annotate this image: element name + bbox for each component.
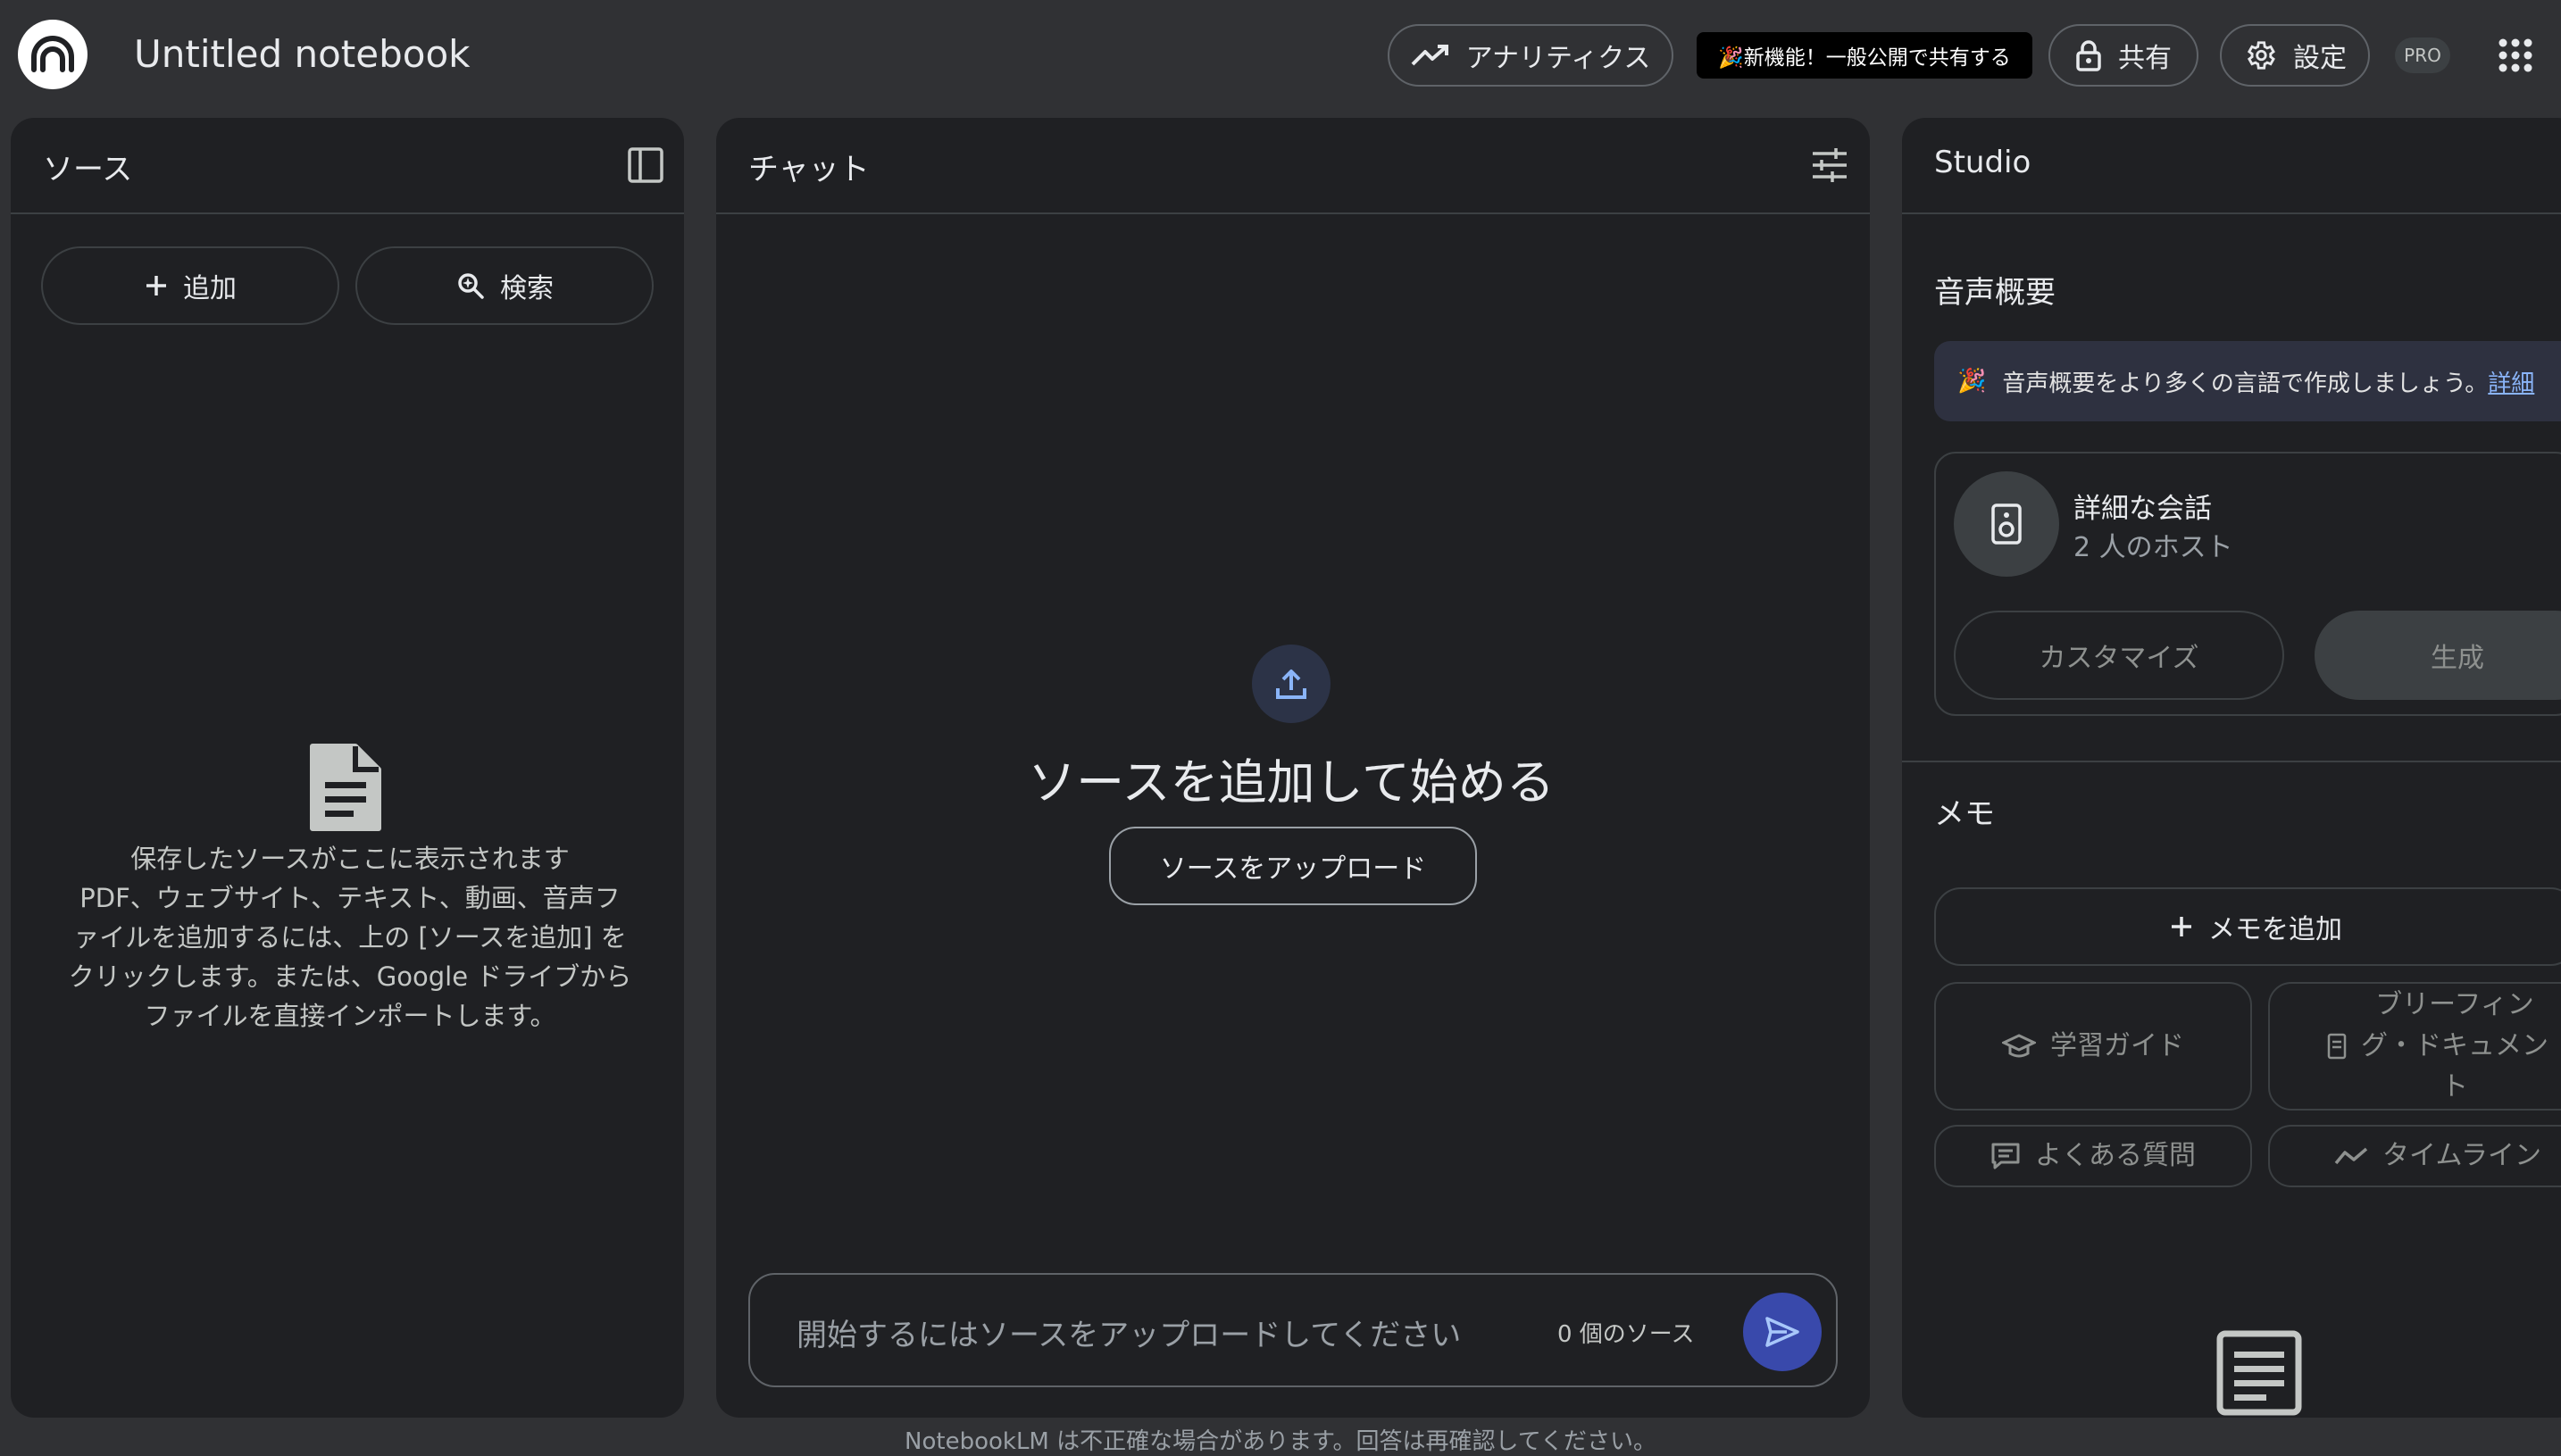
timeline-label: タイムライン [2382, 1140, 2541, 1171]
studio-title: Studio [1934, 145, 2031, 180]
briefing-line: グ・ドキュメン [2361, 1030, 2548, 1061]
gear-icon [2247, 41, 2275, 70]
search-sparkle-icon [458, 273, 484, 299]
add-source-label: 追加 [183, 273, 237, 304]
notebook-title[interactable]: Untitled notebook [134, 32, 470, 76]
audio-card-subtitle: 2 人のホスト [2073, 532, 2233, 563]
upload-circle [1252, 645, 1331, 723]
upload-source-button[interactable]: ソースをアップロード [1109, 827, 1477, 905]
new-feature-banner[interactable]: 🎉新機能！一般公開で共有する [1697, 32, 2032, 79]
audio-overview-heading: 音声概要 [1934, 275, 2056, 311]
chat-title: チャット [748, 152, 870, 187]
sources-header: ソース [11, 118, 684, 214]
collapse-panel-icon[interactable] [627, 146, 664, 184]
graduation-cap-icon [2002, 1034, 2036, 1058]
sources-panel: ソース 追加 検索 保存したソースがここに表示されます PDF、ウェブサイト、テ… [11, 118, 684, 1418]
empty-line: 保存したソースがここに表示されます [130, 844, 570, 874]
memo-heading: メモ [1934, 796, 1995, 832]
audio-card-title: 詳細な会話 [2073, 493, 2212, 525]
timeline-button[interactable]: タイムライン [2268, 1125, 2561, 1187]
empty-line: クリックします。または、Google ドライブから [68, 961, 632, 992]
briefing-line: ブリーフィン [2375, 989, 2534, 1020]
faq-button[interactable]: よくある質問 [1934, 1125, 2252, 1187]
briefing-doc-label: ブリーフィン グ・ドキュメン ト [2361, 985, 2548, 1108]
chat-placeholder: 開始するにはソースをアップロードしてください [797, 1318, 1462, 1353]
settings-label: 設定 [2293, 43, 2347, 74]
empty-line: PDF、ウェブサイト、テキスト、動画、音声フ [79, 883, 621, 913]
banner-text: 音声概要をより多くの言語で作成しましょう。 [2002, 370, 2489, 397]
add-memo-button[interactable]: メモを追加 [1934, 887, 2561, 966]
add-memo-label: メモを追加 [2208, 914, 2342, 945]
faq-chat-icon [1991, 1143, 2020, 1169]
sources-title: ソース [43, 152, 133, 187]
empty-line: ァイルを追加するには、上の [ソースを追加] を [73, 922, 627, 953]
notes-placeholder-icon [2216, 1330, 2302, 1416]
share-label: 共有 [2118, 43, 2172, 74]
studio-panel: Studio 音声概要 🎉 音声概要をより多くの言語で作成しましょう。詳細 詳細… [1902, 118, 2561, 1418]
empty-line: ファイルを直接インポートします。 [144, 1001, 556, 1031]
briefing-doc-button[interactable]: ブリーフィン グ・ドキュメン ト [2268, 982, 2561, 1111]
audio-language-banner: 🎉 音声概要をより多くの言語で作成しましょう。詳細 [1934, 341, 2561, 421]
tune-settings-icon[interactable] [1811, 146, 1848, 184]
top-bar: Untitled notebook アナリティクス 🎉新機能！一般公開で共有する… [0, 0, 2561, 112]
customize-button[interactable]: カスタマイズ [1954, 611, 2284, 700]
share-button[interactable]: 共有 [2048, 24, 2198, 87]
speaker-icon [1991, 503, 2022, 545]
speaker-avatar [1954, 471, 2059, 577]
doc-outline-icon [2327, 1033, 2347, 1060]
search-source-button[interactable]: 検索 [355, 246, 654, 325]
send-icon [1765, 1317, 1799, 1347]
section-divider [1902, 761, 2561, 762]
generate-button[interactable]: 生成 [2315, 611, 2561, 700]
chat-input[interactable]: 開始するにはソースをアップロードしてください 0 個のソース [748, 1273, 1838, 1387]
trending-up-icon [1411, 45, 1448, 66]
settings-button[interactable]: 設定 [2220, 24, 2370, 87]
plus-icon [2172, 917, 2191, 936]
apps-grid-icon[interactable] [2498, 37, 2533, 73]
footer-disclaimer: NotebookLM は不正確な場合があります。回答は再確認してください。 [905, 1428, 1656, 1455]
briefing-line: ト [2441, 1071, 2468, 1102]
send-button[interactable] [1743, 1293, 1822, 1371]
study-guide-label: 学習ガイド [2050, 1030, 2184, 1061]
study-guide-button[interactable]: 学習ガイド [1934, 982, 2252, 1111]
analytics-button[interactable]: アナリティクス [1388, 24, 1673, 87]
add-source-button[interactable]: 追加 [41, 246, 339, 325]
chat-headline: ソースを追加して始める [1028, 754, 1555, 811]
document-icon [310, 744, 381, 831]
chat-header: チャット [716, 118, 1870, 214]
party-popper-icon: 🎉 [1957, 368, 1987, 395]
timeline-icon [2334, 1147, 2368, 1165]
plus-icon [146, 276, 166, 295]
notebooklm-logo-icon[interactable] [18, 20, 88, 89]
sources-empty-message: 保存したソースがここに表示されます PDF、ウェブサイト、テキスト、動画、音声フ… [46, 839, 654, 1036]
faq-label: よくある質問 [2035, 1140, 2196, 1171]
upload-icon [1276, 670, 1306, 699]
search-source-label: 検索 [500, 273, 554, 304]
studio-header: Studio [1902, 118, 2561, 214]
lock-icon [2076, 40, 2101, 71]
chat-panel: チャット ソースを追加して始める ソースをアップロード 開始するにはソースをアッ… [716, 118, 1870, 1418]
audio-overview-card: 詳細な会話 2 人のホスト カスタマイズ 生成 [1934, 452, 2561, 716]
banner-details-link[interactable]: 詳細 [2488, 370, 2534, 397]
source-count: 0 個のソース [1557, 1321, 1695, 1348]
pro-badge: PRO [2395, 37, 2450, 73]
analytics-label: アナリティクス [1465, 43, 1651, 74]
